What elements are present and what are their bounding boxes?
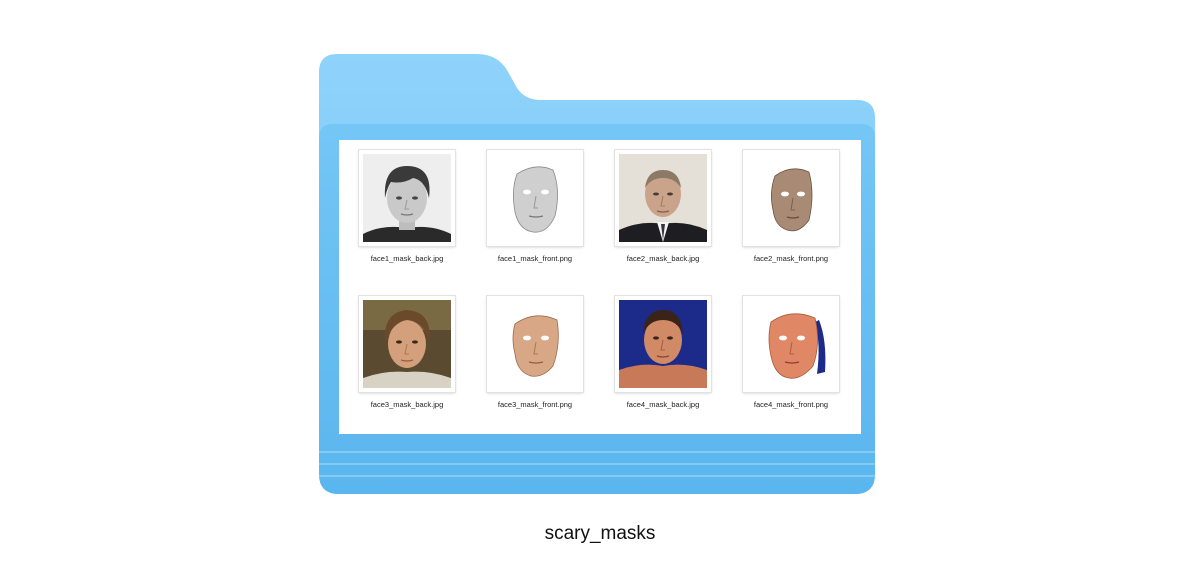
face-photo-color-icon [363, 300, 451, 388]
thumbnail-frame [615, 150, 711, 246]
thumbnail-frame [743, 296, 839, 392]
thumbnail-frame [487, 150, 583, 246]
scary-masks-folder[interactable]: face1_mask_back.jpg face1_mask_front.png [319, 54, 875, 494]
folder-contents: face1_mask_back.jpg face1_mask_front.png [339, 140, 861, 434]
thumbnail-frame [487, 296, 583, 392]
file-face2-mask-back[interactable]: face2_mask_back.jpg [605, 140, 721, 270]
file-name: face4_mask_back.jpg [626, 400, 700, 409]
mask-skin-icon [491, 300, 579, 388]
file-face4-mask-back[interactable]: face4_mask_back.jpg [605, 286, 721, 416]
thumbnail-frame [743, 150, 839, 246]
mask-skin-icon [747, 154, 835, 242]
file-face1-mask-back[interactable]: face1_mask_back.jpg [349, 140, 465, 270]
face-photo-suit-icon [619, 154, 707, 242]
thumbnail-frame [359, 296, 455, 392]
file-name: face1_mask_front.png [497, 254, 573, 263]
file-name: face2_mask_front.png [753, 254, 829, 263]
face-photo-blue-bg-icon [619, 300, 707, 388]
face-photo-bw-icon [363, 154, 451, 242]
file-name: face3_mask_front.png [497, 400, 573, 409]
file-name: face3_mask_back.jpg [370, 400, 444, 409]
file-face3-mask-front[interactable]: face3_mask_front.png [477, 286, 593, 416]
file-name: face2_mask_back.jpg [626, 254, 700, 263]
folder-name-label[interactable]: scary_masks [0, 523, 1200, 545]
mask-bw-icon [491, 154, 579, 242]
file-face1-mask-front[interactable]: face1_mask_front.png [477, 140, 593, 270]
file-name: face1_mask_back.jpg [370, 254, 444, 263]
file-face4-mask-front[interactable]: face4_mask_front.png [733, 286, 849, 416]
file-face2-mask-front[interactable]: face2_mask_front.png [733, 140, 849, 270]
file-name: face4_mask_front.png [753, 400, 829, 409]
thumbnail-frame [615, 296, 711, 392]
thumbnail-frame [359, 150, 455, 246]
mask-skin-icon [747, 300, 835, 388]
file-face3-mask-back[interactable]: face3_mask_back.jpg [349, 286, 465, 416]
